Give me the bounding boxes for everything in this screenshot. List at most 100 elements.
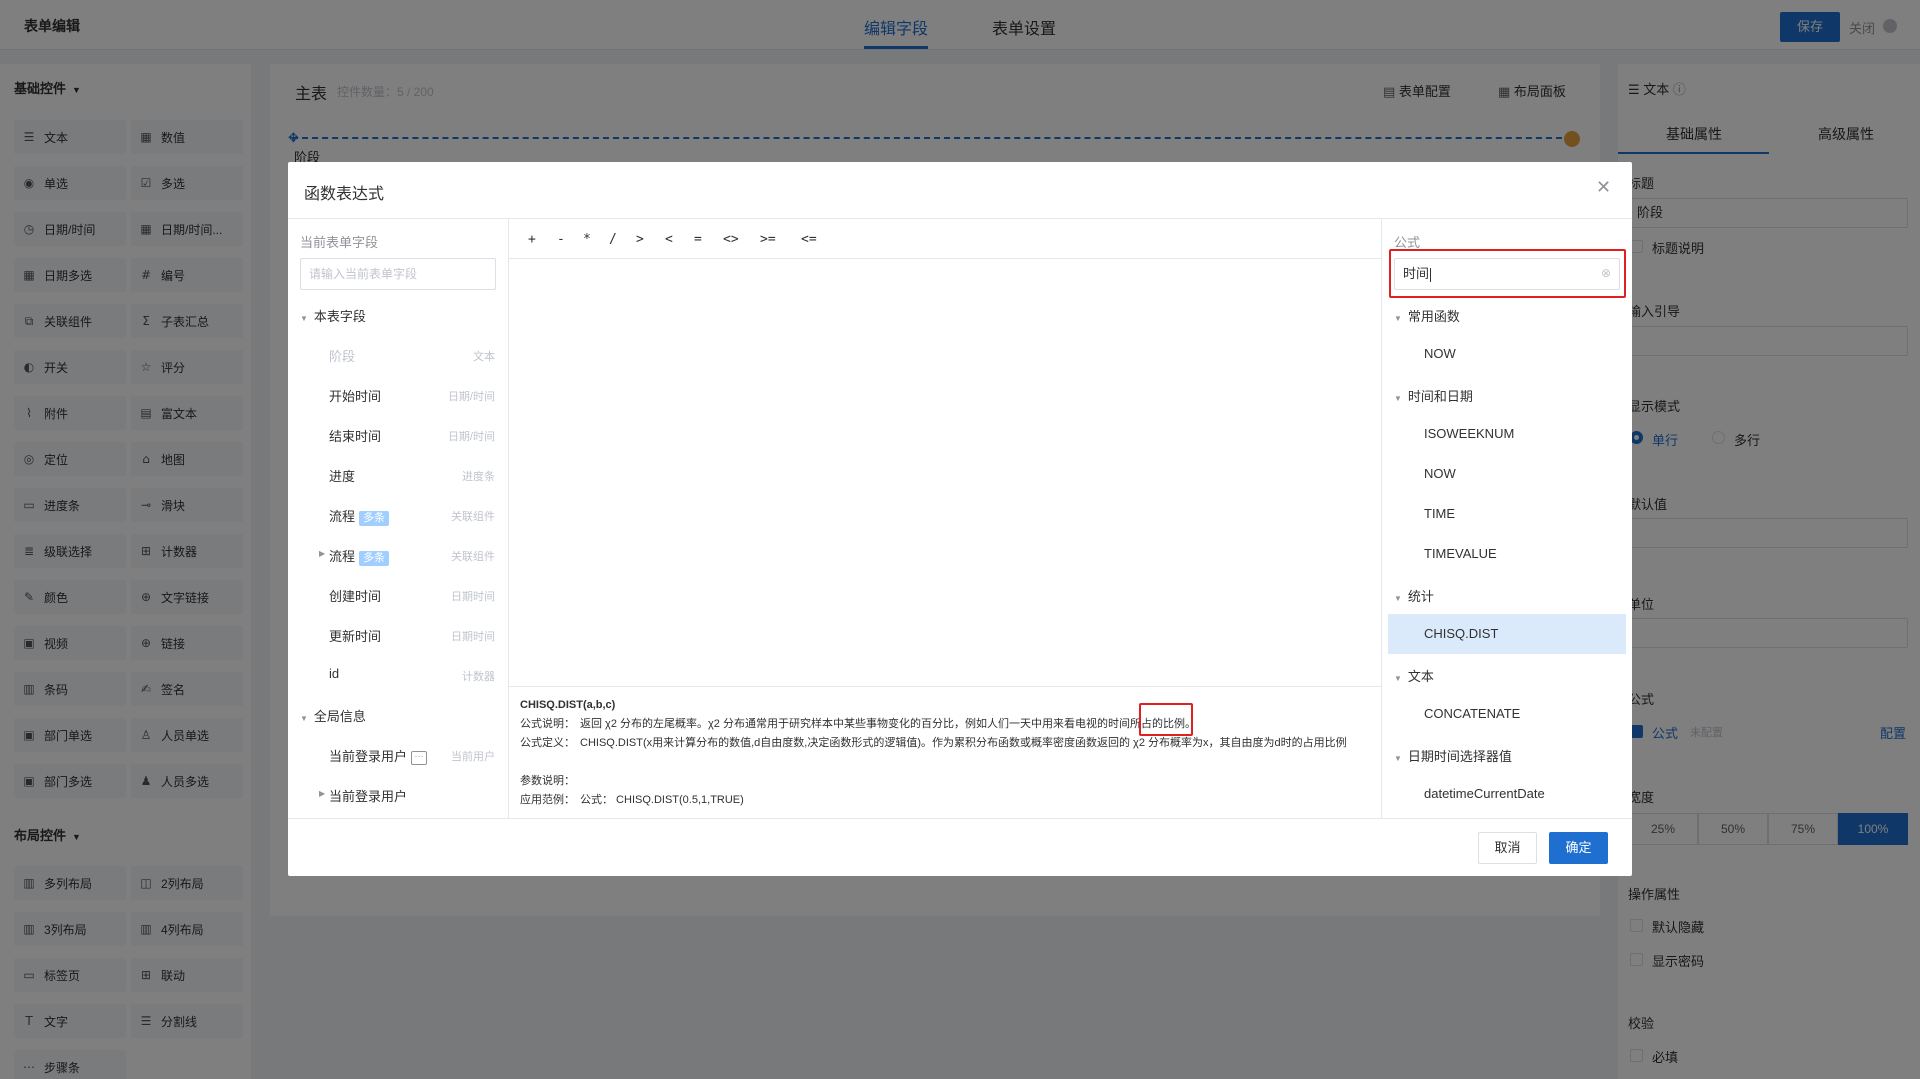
field-group-label: 全局信息 xyxy=(313,709,366,724)
function-group[interactable]: ▼ 时间和日期 xyxy=(1394,386,1473,405)
operator-button[interactable]: <= xyxy=(801,232,817,247)
multi-badge: 多条 xyxy=(359,551,390,566)
confirm-button[interactable]: 确定 xyxy=(1549,832,1608,864)
operator-button[interactable]: = xyxy=(694,232,702,247)
field-type: 日期/时间 xyxy=(447,431,495,443)
function-item[interactable]: ISOWEEKNUM xyxy=(1424,426,1514,441)
operator-button[interactable]: - xyxy=(557,232,565,247)
function-item[interactable]: TIMEVALUE xyxy=(1424,546,1497,561)
dialog-title: 函数表达式 xyxy=(304,186,385,203)
description-line-label: 公式说明： xyxy=(520,718,575,730)
field-type: 当前用户 xyxy=(451,751,495,763)
function-item[interactable]: TIME xyxy=(1424,506,1455,521)
caret-down-icon: ▼ xyxy=(1394,394,1402,403)
description-line-text: CHISQ.DIST(x用来计算分布的数值,d自由度数,决定函数形式的逻辑值)。… xyxy=(580,737,1347,749)
description-line-label: 公式定义： xyxy=(520,737,575,749)
operator-button[interactable]: <> xyxy=(723,232,739,247)
field-item[interactable]: 当前登录用户 ··· 当前用户 xyxy=(329,746,495,765)
function-group[interactable]: ▼ 统计 xyxy=(1394,586,1434,605)
field-item[interactable]: id 计数器 xyxy=(329,666,495,683)
field-item[interactable]: 创建时间 日期时间 xyxy=(329,586,495,605)
function-group-label: 文本 xyxy=(1407,669,1434,684)
field-type: 日期时间 xyxy=(451,631,495,643)
field-item[interactable]: 开始时间 日期/时间 xyxy=(329,386,495,405)
field-item[interactable]: 阶段 文本 xyxy=(329,346,495,365)
field-type: 关联组件 xyxy=(451,511,495,523)
function-item[interactable]: CONCATENATE xyxy=(1424,706,1520,721)
field-item-label: 当前登录用户 xyxy=(329,789,408,804)
field-item-label: 创建时间 xyxy=(329,589,382,604)
field-type: 关联组件 xyxy=(451,551,495,563)
cancel-button[interactable]: 取消 xyxy=(1478,832,1537,864)
function-group[interactable]: ▼ 日期时间选择器值 xyxy=(1394,746,1512,765)
operator-bar-divider xyxy=(508,258,1381,259)
field-type: 日期/时间 xyxy=(447,391,495,403)
description-line-text: 公式： CHISQ.DIST(0.5,1,TRUE) xyxy=(580,794,744,806)
caret-right-icon[interactable]: ▶ xyxy=(319,549,325,558)
operator-button[interactable]: >= xyxy=(760,232,776,247)
field-item-label: 更新时间 xyxy=(329,629,382,644)
description-line: 参数说明： xyxy=(520,772,1376,791)
field-search-input[interactable]: 请输入当前表单字段 xyxy=(300,258,496,290)
functions-column-divider xyxy=(1381,218,1382,818)
caret-down-icon: ▼ xyxy=(1394,594,1402,603)
field-type: 文本 xyxy=(473,351,495,363)
description-line-label: 应用范例： xyxy=(520,794,575,806)
fields-column-divider xyxy=(508,218,509,818)
function-group[interactable]: ▼ 常用函数 xyxy=(1394,306,1460,325)
field-group[interactable]: ▼ 本表字段 xyxy=(300,306,366,325)
field-type: 日期时间 xyxy=(451,591,495,603)
operator-button[interactable]: / xyxy=(609,232,617,247)
field-item-label: 阶段 xyxy=(329,349,356,364)
description-line: 公式定义： CHISQ.DIST(x用来计算分布的数值,d自由度数,决定函数形式的… xyxy=(520,734,1376,753)
caret-down-icon: ▼ xyxy=(1394,674,1402,683)
operator-button[interactable]: < xyxy=(665,232,673,247)
operator-button[interactable]: * xyxy=(583,232,591,247)
field-item[interactable]: ▶ 流程 多条 关联组件 xyxy=(319,546,495,566)
field-item-label: 结束时间 xyxy=(329,429,382,444)
field-item-label: 流程 xyxy=(329,509,356,524)
fields-label: 当前表单字段 xyxy=(300,235,379,250)
function-item[interactable]: datetimeCurrentDate xyxy=(1424,786,1545,801)
description-divider xyxy=(508,686,1381,687)
function-group[interactable]: ▼ 文本 xyxy=(1394,666,1434,685)
field-item[interactable]: 进度 进度条 xyxy=(329,466,495,485)
field-group-label: 本表字段 xyxy=(313,309,366,324)
description-line-text xyxy=(580,772,1376,791)
caret-right-icon[interactable]: ▶ xyxy=(319,789,325,798)
field-item-label: id xyxy=(329,666,340,681)
field-type: 进度条 xyxy=(462,471,495,483)
description-line-text: 返回 χ2 分布的左尾概率。χ2 分布通常用于研究样本中某些事物变化的百分比，例… xyxy=(580,718,1196,730)
function-search-input[interactable]: 时间 xyxy=(1394,258,1620,290)
function-item[interactable]: NOW xyxy=(1424,466,1456,481)
caret-down-icon: ▼ xyxy=(1394,314,1402,323)
description-line-label: 参数说明： xyxy=(520,775,575,787)
operator-button[interactable]: > xyxy=(636,232,644,247)
field-item-label: 流程 xyxy=(329,549,356,564)
dialog-footer-divider xyxy=(288,818,1632,819)
description-line: 应用范例： 公式： CHISQ.DIST(0.5,1,TRUE) xyxy=(520,791,1376,810)
function-group-label: 时间和日期 xyxy=(1407,389,1473,404)
caret-down-icon: ▼ xyxy=(300,714,308,723)
function-item[interactable]: CHISQ.DIST xyxy=(1424,626,1498,641)
function-search-value: 时间 xyxy=(1403,266,1430,281)
operator-button[interactable]: + xyxy=(528,232,536,247)
field-item-label: 开始时间 xyxy=(329,389,382,404)
field-group[interactable]: ▼ 全局信息 xyxy=(300,706,366,725)
function-group-label: 统计 xyxy=(1407,589,1434,604)
function-item[interactable]: NOW xyxy=(1424,346,1456,361)
field-item-label: 当前登录用户 xyxy=(329,749,408,764)
field-item[interactable]: 更新时间 日期时间 xyxy=(329,626,495,645)
formula-editor[interactable] xyxy=(510,260,1380,684)
function-group-label: 日期时间选择器值 xyxy=(1407,749,1512,764)
text-cursor xyxy=(1430,267,1432,282)
highlight-frame xyxy=(1139,703,1193,736)
field-item[interactable]: ▶ 当前登录用户 xyxy=(319,786,495,805)
description-line: 公式说明： 返回 χ2 分布的左尾概率。χ2 分布通常用于研究样本中某些事物变化的… xyxy=(520,715,1376,734)
field-item[interactable]: 流程 多条 关联组件 xyxy=(329,506,495,526)
clear-search-icon[interactable]: ⊗ xyxy=(1601,266,1611,280)
field-item[interactable]: 结束时间 日期/时间 xyxy=(329,426,495,445)
dialog-close-icon[interactable]: ✕ xyxy=(1596,177,1611,198)
function-group-label: 常用函数 xyxy=(1407,309,1460,324)
caret-down-icon: ▼ xyxy=(1394,754,1402,763)
